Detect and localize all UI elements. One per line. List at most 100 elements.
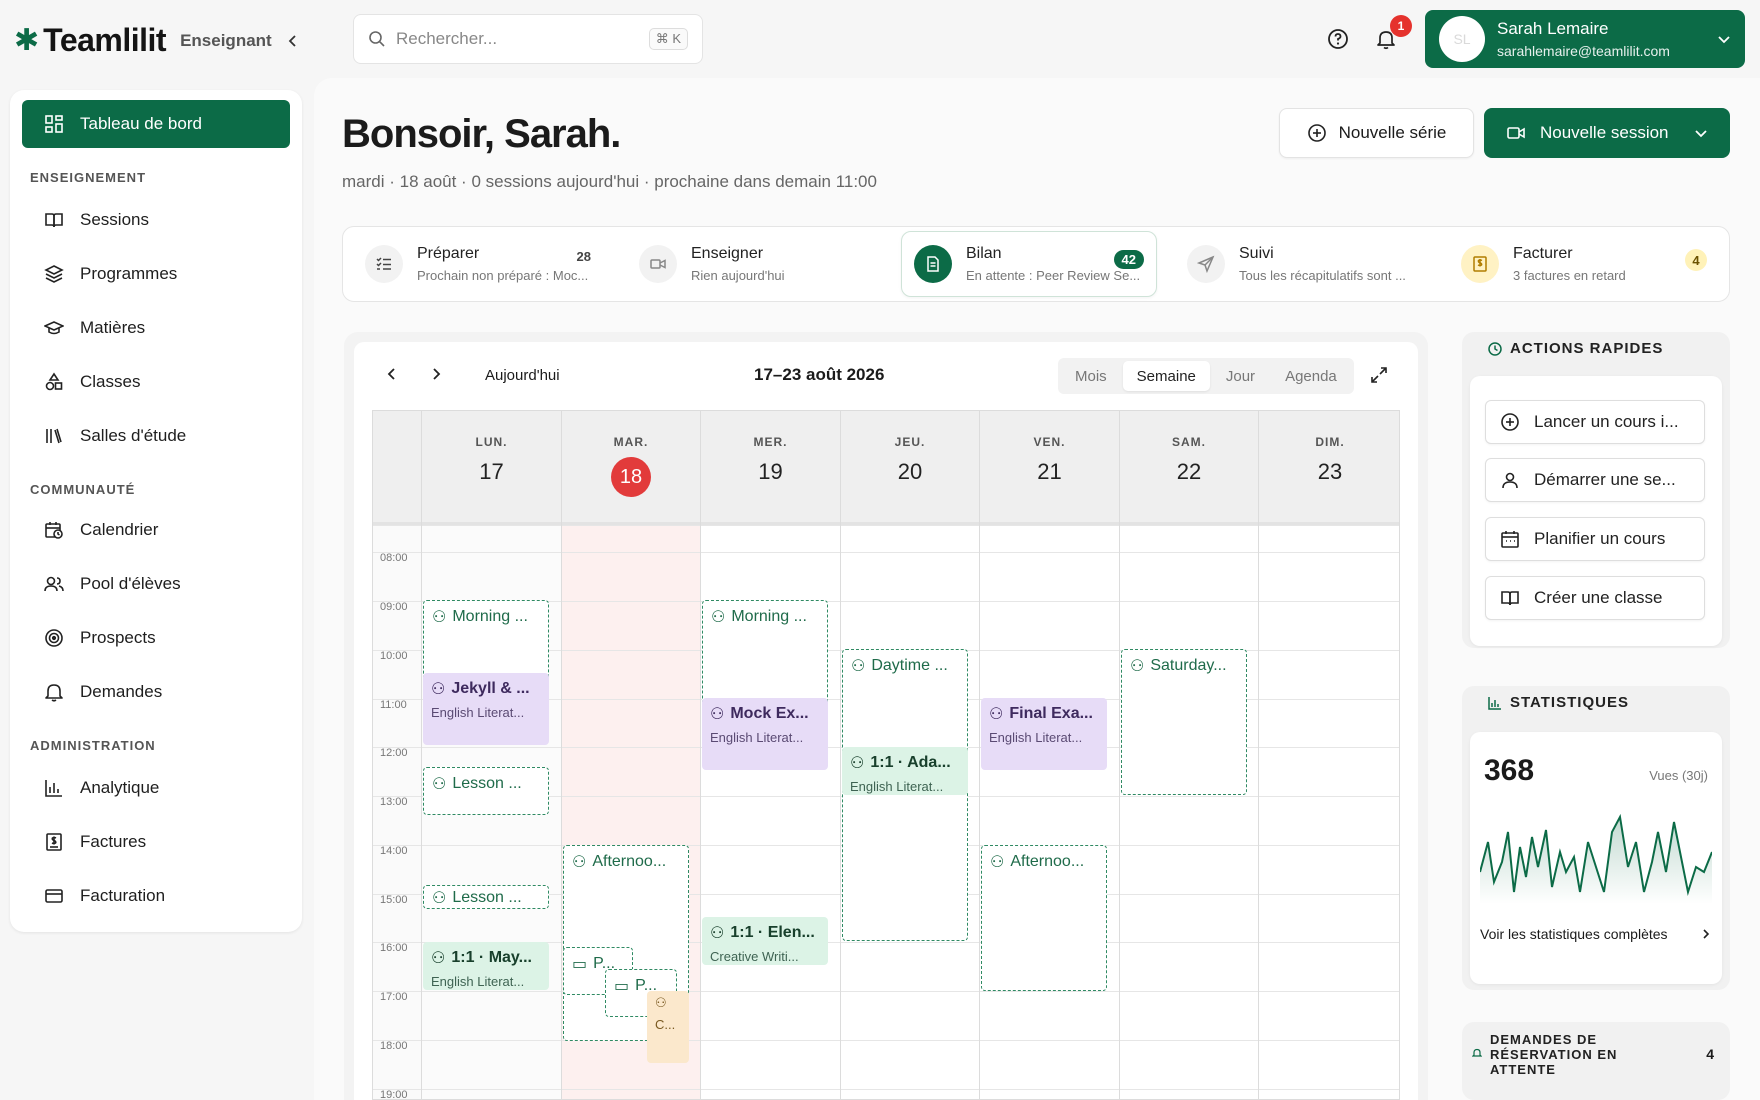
workflow-step-enseigner[interactable]: Enseigner Rien aujourd'hui <box>627 231 877 297</box>
library-icon <box>44 426 64 446</box>
bar-chart-icon <box>1488 696 1502 710</box>
workflow-step-suivi[interactable]: Suivi Tous les récapitulatifs sont ... <box>1175 231 1431 297</box>
quick-actions-title: ACTIONS RAPIDES <box>1488 340 1663 357</box>
event-subject: English Literat... <box>989 730 1083 745</box>
quick-action-live-course[interactable]: Lancer un cours i... <box>1485 400 1705 444</box>
event-wed-morning[interactable]: ⚇ Morning ... <box>702 600 828 710</box>
next-week-icon[interactable] <box>428 366 444 382</box>
search-icon <box>368 30 386 48</box>
day-header[interactable]: DIM. 23 <box>1258 411 1399 525</box>
new-series-button[interactable]: Nouvelle série <box>1279 108 1474 158</box>
workflow-title: Suivi <box>1239 245 1274 262</box>
view-tab-week[interactable]: Semaine <box>1122 361 1210 391</box>
workflow-step-preparer[interactable]: Préparer Prochain non préparé : Moc... 28 <box>353 231 603 297</box>
stats-link[interactable]: Voir les statistiques complètes <box>1480 926 1712 942</box>
section-community: COMMUNAUTÉ <box>30 482 136 497</box>
day-name: MAR. <box>613 435 649 449</box>
video-icon: ▭ <box>572 956 588 973</box>
hour-label: 18:00 <box>380 1040 408 1052</box>
person-icon: ⚇ <box>851 658 866 675</box>
stats-value: 368 <box>1484 754 1535 787</box>
new-session-button[interactable]: Nouvelle session <box>1484 108 1730 158</box>
view-tab-day[interactable]: Jour <box>1212 361 1269 391</box>
sidebar-item-facturation[interactable]: Facturation <box>22 872 290 920</box>
quick-action-plan-course[interactable]: Planifier un cours <box>1485 517 1705 561</box>
search-input[interactable] <box>396 29 639 49</box>
sidebar-item-pool[interactable]: Pool d'élèves <box>22 560 290 608</box>
quick-action-create-class[interactable]: Créer une classe <box>1485 576 1705 620</box>
event-mon-may[interactable]: ⚇ 1:1 · May... English Literat... <box>423 942 549 990</box>
workflow-title: Enseigner <box>691 245 764 262</box>
view-tab-agenda[interactable]: Agenda <box>1271 361 1351 391</box>
event-fri-final[interactable]: ⚇ Final Exa... English Literat... <box>981 698 1107 770</box>
workflow-step-bilan[interactable]: Bilan En attente : Peer Review Se... 42 <box>901 231 1157 297</box>
help-icon[interactable] <box>1322 23 1354 55</box>
video-icon <box>639 245 677 283</box>
target-icon <box>44 628 64 648</box>
collapse-sidebar-icon[interactable] <box>286 34 300 48</box>
day-header[interactable]: MER. 19 <box>700 411 840 525</box>
book-open-icon <box>1500 588 1520 608</box>
sidebar-item-prospects[interactable]: Prospects <box>22 614 290 662</box>
day-number: 20 <box>897 459 923 484</box>
column-divider <box>979 525 980 1099</box>
prev-week-icon[interactable] <box>384 366 400 382</box>
event-sat-saturday[interactable]: ⚇ Saturday... <box>1121 649 1247 795</box>
event-mon-jekyll[interactable]: ⚇ Jekyll & ... English Literat... <box>423 673 549 745</box>
workflow-subtitle: Tous les récapitulatifs sont ... <box>1239 268 1406 283</box>
day-header[interactable]: LUN. 17 <box>421 411 561 525</box>
column-divider <box>1258 525 1259 1099</box>
day-header[interactable]: VEN. 21 <box>979 411 1119 525</box>
stats-link-label: Voir les statistiques complètes <box>1480 926 1668 942</box>
sidebar-item-sessions[interactable]: Sessions <box>22 196 290 244</box>
notifications-button[interactable]: 1 <box>1370 15 1412 55</box>
document-icon <box>914 245 952 283</box>
day-header[interactable]: JEU. 20 <box>840 411 979 525</box>
event-mon-lesson-1[interactable]: ⚇ Lesson ... <box>423 767 549 815</box>
event-title: 1:1 · May... <box>451 949 532 966</box>
user-menu[interactable]: SL Sarah Lemaire sarahlemaire@teamlilit.… <box>1425 10 1745 68</box>
event-thu-daytime[interactable]: ⚇ Daytime ... <box>842 649 968 941</box>
quick-action-label: Démarrer une se... <box>1534 470 1676 489</box>
sidebar-item-analytique[interactable]: Analytique <box>22 764 290 812</box>
workflow-subtitle: 3 factures en retard <box>1513 268 1626 283</box>
event-wed-mock[interactable]: ⚇ Mock Ex... English Literat... <box>702 698 828 770</box>
view-tab-month[interactable]: Mois <box>1061 361 1121 391</box>
pending-requests-panel[interactable]: DEMANDES DE RÉSERVATION EN ATTENTE 4 <box>1462 1022 1730 1100</box>
new-session-label: Nouvelle session <box>1540 123 1669 142</box>
expand-icon[interactable] <box>1370 366 1388 384</box>
sidebar-item-classes[interactable]: Classes <box>22 358 290 406</box>
chevron-down-icon[interactable] <box>1694 126 1708 140</box>
today-button[interactable]: Aujourd'hui <box>485 367 560 384</box>
event-title: 1:1 · Ada... <box>870 754 951 771</box>
day-header[interactable]: MAR. 18 <box>561 411 700 525</box>
workflow-strip: Préparer Prochain non préparé : Moc... 28… <box>342 226 1730 302</box>
calendar-toolbar: Aujourd'hui 17–23 août 2026 Mois Semaine… <box>372 356 1402 396</box>
sidebar-item-factures[interactable]: Factures <box>22 818 290 866</box>
layers-icon <box>44 264 64 284</box>
sidebar-item-calendrier[interactable]: Calendrier <box>22 506 290 554</box>
event-fri-afternoon[interactable]: ⚇ Afternoo... <box>981 845 1107 991</box>
event-wed-elen[interactable]: ⚇ 1:1 · Elen... Creative Writi... <box>702 917 828 965</box>
workflow-step-facturer[interactable]: Facturer 3 factures en retard 4 <box>1449 231 1719 297</box>
event-thu-ada[interactable]: ⚇ 1:1 · Ada... English Literat... <box>842 747 968 795</box>
event-mon-lesson-2[interactable]: ⚇ Lesson ... <box>423 885 549 909</box>
sidebar-item-programmes[interactable]: Programmes <box>22 250 290 298</box>
user-name: Sarah Lemaire <box>1497 19 1609 38</box>
brand-asterisk-icon: ✱ <box>14 23 40 57</box>
person-icon: ⚇ <box>432 776 447 793</box>
group-icon: ⚇ <box>710 706 725 723</box>
day-header[interactable]: SAM. 22 <box>1119 411 1258 525</box>
sidebar-item-dashboard[interactable]: Tableau de bord <box>22 100 290 148</box>
sidebar-item-salles[interactable]: Salles d'étude <box>22 412 290 460</box>
sidebar-item-label: Pool d'élèves <box>80 574 181 593</box>
workflow-subtitle: Rien aujourd'hui <box>691 268 785 283</box>
sidebar-item-matieres[interactable]: Matières <box>22 304 290 352</box>
event-tue-c[interactable]: ⚇ C... <box>647 991 689 1063</box>
hour-label: 12:00 <box>380 747 408 759</box>
quick-action-start-session[interactable]: Démarrer une se... <box>1485 458 1705 502</box>
stats-heading: STATISTIQUES <box>1510 694 1629 711</box>
search-bar[interactable]: ⌘ K <box>353 14 703 64</box>
avatar: SL <box>1439 16 1485 62</box>
sidebar-item-demandes[interactable]: Demandes <box>22 668 290 716</box>
